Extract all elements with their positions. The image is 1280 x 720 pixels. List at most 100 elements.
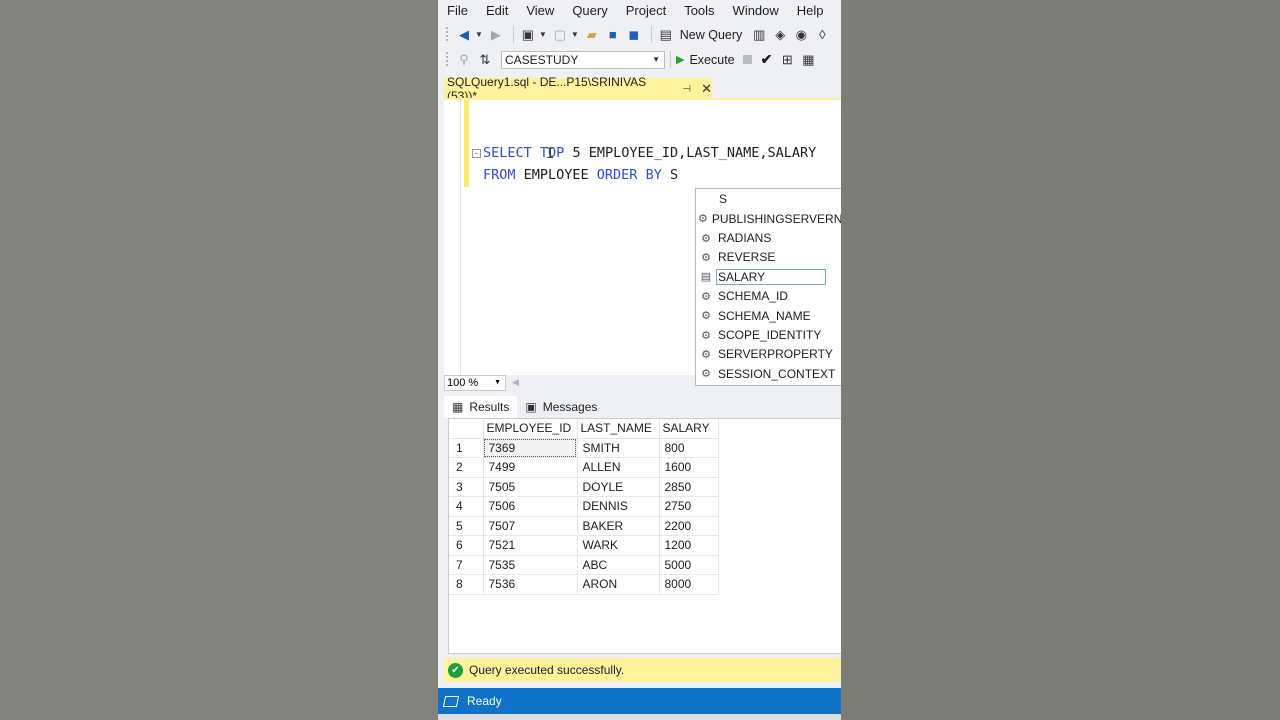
table-cell[interactable]: ALLEN [577, 457, 660, 478]
execute-button[interactable]: Execute [689, 53, 734, 67]
parse-check-icon[interactable]: ✔ [761, 51, 773, 68]
table-cell[interactable]: SMITH [577, 438, 660, 458]
menu-window[interactable]: Window [724, 3, 788, 18]
change-connection-icon[interactable]: ⇅ [476, 51, 494, 69]
table-cell[interactable]: ARON [577, 574, 660, 595]
table-cell[interactable]: 7535 [483, 555, 578, 575]
open-folder-icon[interactable]: ▰ [583, 26, 601, 44]
table-cell[interactable]: DOYLE [577, 477, 660, 497]
tab-messages[interactable]: ▣ Messages [517, 396, 605, 418]
intellisense-item-selected[interactable]: ▤ SALARY [696, 267, 841, 286]
table-cell[interactable]: 1600 [659, 457, 719, 478]
new-file-icon[interactable]: ▢ [551, 26, 569, 44]
intellisense-item[interactable]: ⚙ REVERSE [696, 248, 841, 267]
row-number[interactable]: 3 [449, 477, 484, 497]
table-cell[interactable]: 7506 [483, 496, 578, 517]
new-query-icon[interactable]: ▤ [657, 26, 675, 44]
table-row: 2 7499 ALLEN 1600 [449, 457, 719, 478]
menu-view[interactable]: View [517, 3, 563, 18]
document-tab-strip: SQLQuery1.sql - DE...P15\SRINIVAS (53))*… [438, 74, 841, 103]
intellisense-item[interactable]: ⚙PUBLISHINGSERVERNAME [696, 209, 841, 228]
query-options-icon[interactable]: ▦ [799, 51, 817, 69]
table-cell[interactable]: 2850 [659, 477, 719, 497]
intellisense-item[interactable]: ⚙ SESSION_CONTEXT [696, 364, 841, 383]
intellisense-item[interactable]: ⚙ SERVERPROPERTY [696, 345, 841, 364]
display-plan-icon[interactable]: ⊞ [778, 51, 796, 69]
row-number[interactable]: 2 [449, 457, 484, 478]
connect-icon[interactable]: ⚲ [455, 51, 473, 69]
xmla-query-icon[interactable]: ◊ [813, 26, 831, 44]
table-row: 5 7507 BAKER 2200 [449, 516, 719, 536]
table-row: 3 7505 DOYLE 2850 [449, 477, 719, 497]
new-file-dropdown-icon[interactable]: ▼ [571, 30, 579, 39]
forward-icon[interactable]: ▶ [487, 26, 505, 44]
database-engine-query-icon[interactable]: ▥ [750, 26, 768, 44]
row-number-header[interactable] [449, 419, 484, 439]
table-cell[interactable]: 7521 [483, 535, 578, 556]
close-icon[interactable]: ✕ [701, 81, 712, 97]
table-cell[interactable]: 1200 [659, 535, 719, 556]
menu-tools[interactable]: Tools [675, 3, 723, 18]
scroll-left-icon[interactable]: ◀ [512, 377, 519, 388]
intellisense-item[interactable]: ⚙ SCHEMA_NAME [696, 306, 841, 325]
intellisense-item[interactable]: ⚙ SCOPE_IDENTITY [696, 325, 841, 344]
new-project-dropdown-icon[interactable]: ▼ [539, 30, 547, 39]
function-icon: ⚙ [701, 290, 711, 303]
row-number[interactable]: 7 [449, 555, 484, 575]
table-cell[interactable]: 7499 [483, 457, 578, 478]
table-cell[interactable]: 5000 [659, 555, 719, 575]
back-dropdown-icon[interactable]: ▼ [475, 30, 483, 39]
column-header[interactable]: SALARY [659, 419, 719, 439]
table-cell[interactable]: WARK [577, 535, 660, 556]
results-table: EMPLOYEE_ID LAST_NAME SALARY 1 7369 SMIT… [449, 419, 719, 595]
table-cell[interactable]: 8000 [659, 574, 719, 595]
menu-edit[interactable]: Edit [477, 3, 517, 18]
table-cell[interactable]: 7507 [483, 516, 578, 536]
database-select[interactable]: CASESTUDY ▼ [501, 50, 665, 69]
table-cell[interactable]: 2200 [659, 516, 719, 536]
dmx-query-icon[interactable]: ◉ [792, 26, 810, 44]
row-number[interactable]: 8 [449, 574, 484, 595]
results-grid[interactable]: EMPLOYEE_ID LAST_NAME SALARY 1 7369 SMIT… [448, 418, 841, 654]
row-number[interactable]: 6 [449, 535, 484, 556]
toolbar-grip[interactable] [445, 26, 449, 43]
mdx-query-icon[interactable]: ◈ [771, 26, 789, 44]
new-query-button[interactable]: New Query [680, 28, 743, 42]
table-cell[interactable]: BAKER [577, 516, 660, 536]
table-row: 1 7369 SMITH 800 [449, 438, 719, 458]
intellisense-item[interactable]: ⚙ SCHEMA_ID [696, 287, 841, 306]
toolbar-grip[interactable] [445, 51, 449, 68]
stop-icon[interactable] [742, 55, 752, 64]
save-icon[interactable]: ■ [604, 26, 622, 44]
menu-project[interactable]: Project [617, 3, 675, 18]
table-cell-selected[interactable]: 7369 [483, 438, 578, 458]
save-all-icon[interactable]: ◼ [625, 26, 643, 44]
row-number[interactable]: 4 [449, 496, 484, 517]
menu-help[interactable]: Help [788, 3, 833, 18]
table-cell[interactable]: DENNIS [577, 496, 660, 517]
code-line-1[interactable]: SELECT TOP 5 EMPLOYEE_ID,LAST_NAME,SALAR… [483, 145, 816, 161]
menu-query[interactable]: Query [563, 3, 616, 18]
table-cell[interactable]: 2750 [659, 496, 719, 517]
table-cell[interactable]: 800 [659, 438, 719, 458]
new-project-icon[interactable]: ▣ [519, 26, 537, 44]
pin-icon[interactable]: ⊣ [682, 84, 691, 95]
code-line-2[interactable]: FROM EMPLOYEE ORDER BY S [483, 167, 678, 183]
column-header[interactable]: EMPLOYEE_ID [483, 419, 578, 439]
row-number[interactable]: 5 [449, 516, 484, 536]
table-cell[interactable]: 7536 [483, 574, 578, 595]
table-cell[interactable]: ABC [577, 555, 660, 575]
menu-file[interactable]: File [438, 3, 477, 18]
table-cell[interactable]: 7505 [483, 477, 578, 497]
execute-play-icon[interactable]: ▶ [676, 53, 684, 66]
back-icon[interactable]: ◀ [455, 26, 473, 44]
function-icon: ⚙ [701, 232, 711, 245]
tab-results[interactable]: ▦ Results [444, 396, 518, 418]
table-row: 4 7506 DENNIS 2750 [449, 496, 719, 517]
column-header[interactable]: LAST_NAME [577, 419, 660, 439]
zoom-select[interactable]: 100 % ▼ [444, 375, 506, 391]
collapse-icon[interactable]: − [472, 149, 481, 158]
tab-sqlquery1[interactable]: SQLQuery1.sql - DE...P15\SRINIVAS (53))*… [444, 75, 712, 103]
row-number[interactable]: 1 [449, 438, 484, 458]
intellisense-item[interactable]: ⚙ RADIANS [696, 228, 841, 247]
